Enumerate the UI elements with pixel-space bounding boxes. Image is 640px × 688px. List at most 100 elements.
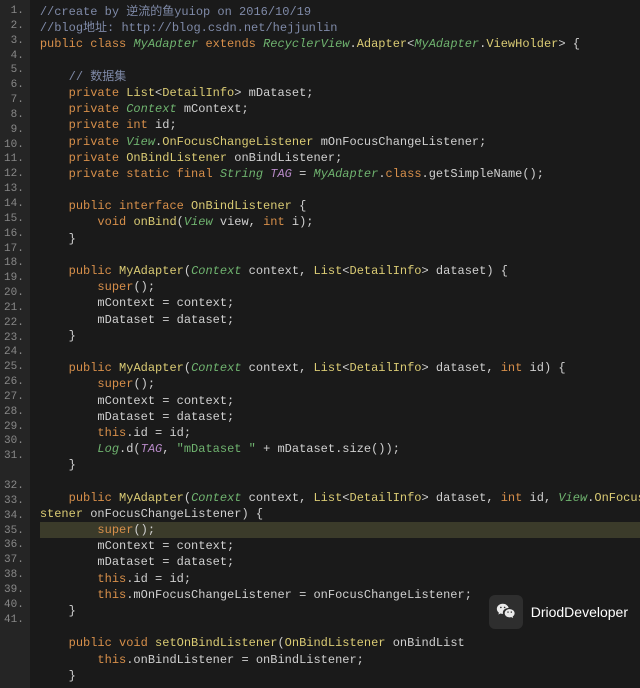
channel-label: DriodDeveloper — [531, 603, 628, 622]
code-token: context, — [249, 491, 314, 505]
code-token — [40, 199, 69, 213]
code-line[interactable]: this.id = id; — [40, 571, 640, 587]
code-token: public — [69, 264, 119, 278]
code-token: > dataset) { — [422, 264, 508, 278]
code-token: public void — [69, 636, 155, 650]
code-token: onBindListener; — [234, 151, 342, 165]
code-token: private static final — [69, 167, 220, 181]
code-token: MyAdapter — [119, 361, 184, 375]
code-line[interactable]: public class MyAdapter extends RecyclerV… — [40, 36, 640, 52]
code-line[interactable]: mDataset = dataset; — [40, 554, 640, 570]
code-line[interactable]: super(); — [40, 279, 640, 295]
code-line[interactable]: public MyAdapter(Context context, List<D… — [40, 360, 640, 376]
code-token: Context — [126, 102, 184, 116]
line-number: 15. — [4, 212, 24, 227]
code-line[interactable]: void onBind(View view, int i); — [40, 214, 640, 230]
code-token: Adapter — [357, 37, 407, 51]
code-token: this — [97, 426, 126, 440]
code-token: view, — [220, 215, 263, 229]
code-line[interactable]: private int id; — [40, 117, 640, 133]
line-number: 32. — [4, 479, 24, 494]
code-token: .getSimpleName(); — [422, 167, 544, 181]
code-line[interactable]: this.id = id; — [40, 425, 640, 441]
line-number: 27. — [4, 390, 24, 405]
line-number: 8. — [4, 108, 24, 123]
code-token: String — [220, 167, 270, 181]
code-line[interactable]: Log.d(TAG, "mDataset " + mDataset.size()… — [40, 441, 640, 457]
code-token: MyAdapter — [119, 264, 184, 278]
code-token: mDataset = dataset; — [40, 313, 234, 327]
code-token — [40, 653, 98, 667]
code-line[interactable]: } — [40, 457, 640, 473]
code-line[interactable]: super(); — [40, 376, 640, 392]
code-token: < — [342, 491, 349, 505]
code-token — [40, 70, 69, 84]
code-token: int — [501, 361, 530, 375]
code-token: ViewHolder — [486, 37, 558, 51]
code-line[interactable]: mContext = context; — [40, 538, 640, 554]
code-line[interactable]: private Context mContext; — [40, 101, 640, 117]
code-line[interactable]: public interface OnBindListener { — [40, 198, 640, 214]
code-line[interactable] — [40, 182, 640, 198]
code-line[interactable]: //create by 逆流的鱼yuiop on 2016/10/19 — [40, 4, 640, 20]
code-token: (); — [133, 377, 155, 391]
code-token: public — [69, 361, 119, 375]
code-token: onBindList — [393, 636, 465, 650]
code-token: super — [97, 280, 133, 294]
code-token: int — [501, 491, 530, 505]
code-token: mContext = context; — [40, 539, 234, 553]
code-token: < — [342, 361, 349, 375]
code-line[interactable]: private List<DetailInfo> mDataset; — [40, 85, 640, 101]
code-line[interactable]: } — [40, 668, 640, 684]
code-line[interactable]: stener onFocusChangeListener) { — [40, 506, 640, 522]
line-number: 19. — [4, 271, 24, 286]
code-line[interactable]: private View.OnFocusChangeListener mOnFo… — [40, 134, 640, 150]
code-token: this — [97, 653, 126, 667]
code-line[interactable] — [40, 247, 640, 263]
code-line[interactable]: mDataset = dataset; — [40, 312, 640, 328]
code-line[interactable]: // 数据集 — [40, 69, 640, 85]
code-token — [40, 135, 69, 149]
code-token: MyAdapter — [119, 491, 184, 505]
code-token: public interface — [69, 199, 191, 213]
code-token — [40, 491, 69, 505]
code-token: { — [299, 199, 306, 213]
code-token: id; — [155, 118, 177, 132]
line-number: 34. — [4, 509, 24, 524]
code-token: super — [97, 523, 133, 537]
code-line[interactable]: mDataset = dataset; — [40, 409, 640, 425]
line-number: 25. — [4, 360, 24, 375]
code-line[interactable]: } — [40, 231, 640, 247]
code-line[interactable]: mContext = context; — [40, 393, 640, 409]
code-token: this — [97, 588, 126, 602]
code-token: OnFocusChangeLi — [594, 491, 640, 505]
code-line[interactable]: //blog地址: http://blog.csdn.net/hejjunlin — [40, 20, 640, 36]
code-token: id) { — [530, 361, 566, 375]
line-number: 22. — [4, 316, 24, 331]
code-token: onBind — [133, 215, 176, 229]
code-line[interactable]: public MyAdapter(Context context, List<D… — [40, 263, 640, 279]
code-line[interactable]: } — [40, 328, 640, 344]
code-area[interactable]: //create by 逆流的鱼yuiop on 2016/10/19//blo… — [30, 0, 640, 688]
code-line[interactable]: mContext = context; — [40, 295, 640, 311]
code-token: onFocusChangeListener) { — [90, 507, 263, 521]
code-line[interactable]: private OnBindListener onBindListener; — [40, 150, 640, 166]
code-token: id, — [530, 491, 559, 505]
code-line[interactable] — [40, 473, 640, 489]
code-token — [40, 264, 69, 278]
code-line[interactable]: private static final String TAG = MyAdap… — [40, 166, 640, 182]
code-token: > mDataset; — [234, 86, 313, 100]
code-token — [40, 167, 69, 181]
code-token: OnFocusChangeListener — [162, 135, 320, 149]
code-line[interactable] — [40, 344, 640, 360]
code-token: setOnBindListener — [155, 636, 277, 650]
code-token: TAG — [141, 442, 163, 456]
line-number: 30. — [4, 434, 24, 449]
code-line[interactable]: public void setOnBindListener(OnBindList… — [40, 635, 640, 651]
code-line[interactable] — [40, 53, 640, 69]
code-line[interactable]: super(); — [40, 522, 640, 538]
code-line[interactable]: public MyAdapter(Context context, List<D… — [40, 490, 640, 506]
code-line[interactable]: this.onBindListener = onBindListener; — [40, 652, 640, 668]
code-token: List — [313, 491, 342, 505]
code-token: < — [342, 264, 349, 278]
